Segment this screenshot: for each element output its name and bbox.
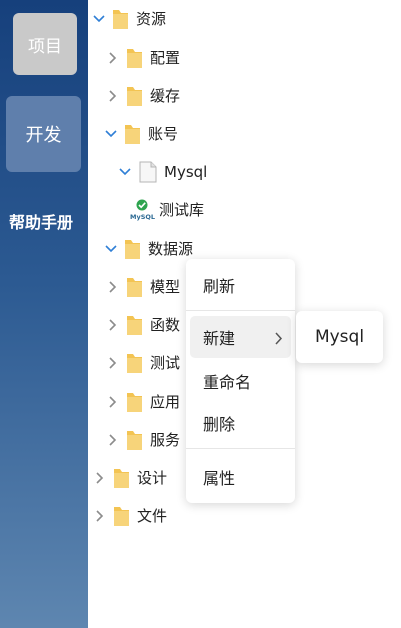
tree-node-label: 设计 [137,469,168,487]
mysql-logo-text: MySQL [130,213,155,221]
tree-node-function[interactable]: 函数 [106,313,180,337]
document-icon [138,161,158,183]
chevron-down-icon[interactable] [104,242,118,256]
folder-icon [124,124,141,145]
menu-item-delete[interactable]: 删除 [190,402,291,444]
chevron-down-icon[interactable] [104,127,118,141]
chevron-right-icon[interactable] [106,356,120,370]
menu-item-label: 新建 [203,329,236,348]
chevron-right-icon[interactable] [93,471,107,485]
tree-node-label: 应用 [150,393,181,411]
tree-node-mysql-test-db[interactable]: MySQL 测试库 [130,198,204,222]
develop-nav-button[interactable]: 开发 [6,96,81,172]
menu-item-rename[interactable]: 重命名 [190,360,291,402]
folder-icon [126,353,143,374]
tree-node-label: 账号 [148,125,179,143]
tree-node-label: 服务 [150,431,181,449]
menu-item-refresh[interactable]: 刷新 [190,264,291,306]
tree-node-design[interactable]: 设计 [93,466,167,490]
menu-divider [186,310,295,311]
folder-icon [126,277,143,298]
tree-node-application[interactable]: 应用 [106,390,180,414]
tree-node-cache[interactable]: 缓存 [106,84,180,108]
tree-node-label: 配置 [150,49,181,67]
tree-node-mysql[interactable]: Mysql [118,160,207,184]
tree-node-account[interactable]: 账号 [104,122,178,146]
mysql-connected-icon: MySQL [130,199,155,221]
submenu-item-mysql[interactable]: Mysql [296,311,383,363]
tree-node-files[interactable]: 文件 [93,504,167,528]
context-submenu-new: Mysql [296,311,383,363]
help-manual-link[interactable]: 帮助手册 [9,209,73,233]
context-menu: 刷新 新建 重命名 删除 属性 [186,259,295,503]
chevron-right-icon[interactable] [106,318,120,332]
chevron-right-icon[interactable] [106,51,120,65]
folder-icon [112,9,129,30]
tree-node-label: Mysql [164,163,208,181]
folder-icon [126,86,143,107]
folder-icon [113,468,130,489]
folder-icon [124,239,141,260]
tree-node-label: 测试库 [159,201,205,219]
tree-node-datasource[interactable]: 数据源 [104,237,193,261]
folder-icon [126,315,143,336]
folder-icon [126,430,143,451]
tree-node-label: 测试 [150,354,181,372]
chevron-right-icon[interactable] [106,433,120,447]
chevron-right-icon[interactable] [93,509,107,523]
tree-node-label: 模型 [150,278,181,296]
tree-node-label: 函数 [150,316,181,334]
chevron-right-icon[interactable] [106,89,120,103]
menu-divider [186,448,295,449]
tree-node-model[interactable]: 模型 [106,275,180,299]
folder-icon [113,506,130,527]
tree-node-service[interactable]: 服务 [106,428,180,452]
chevron-right-icon[interactable] [106,280,120,294]
menu-item-properties[interactable]: 属性 [190,456,291,498]
folder-icon [126,392,143,413]
tree-node-resources[interactable]: 资源 [92,7,166,31]
chevron-right-icon[interactable] [106,395,120,409]
tree-node-label: 数据源 [148,240,194,258]
chevron-right-icon [275,330,283,349]
tree-node-label: 缓存 [150,87,181,105]
tree-node-test[interactable]: 测试 [106,351,180,375]
tree-node-label: 资源 [136,10,167,28]
tree-node-label: 文件 [137,507,168,525]
chevron-down-icon[interactable] [92,12,106,26]
menu-item-new[interactable]: 新建 [190,316,291,358]
tree-node-config[interactable]: 配置 [106,46,180,70]
left-nav-rail: 项目 开发 帮助手册 [0,0,88,628]
project-nav-button[interactable]: 项目 [13,13,77,75]
chevron-down-icon[interactable] [118,165,132,179]
folder-icon [126,48,143,69]
